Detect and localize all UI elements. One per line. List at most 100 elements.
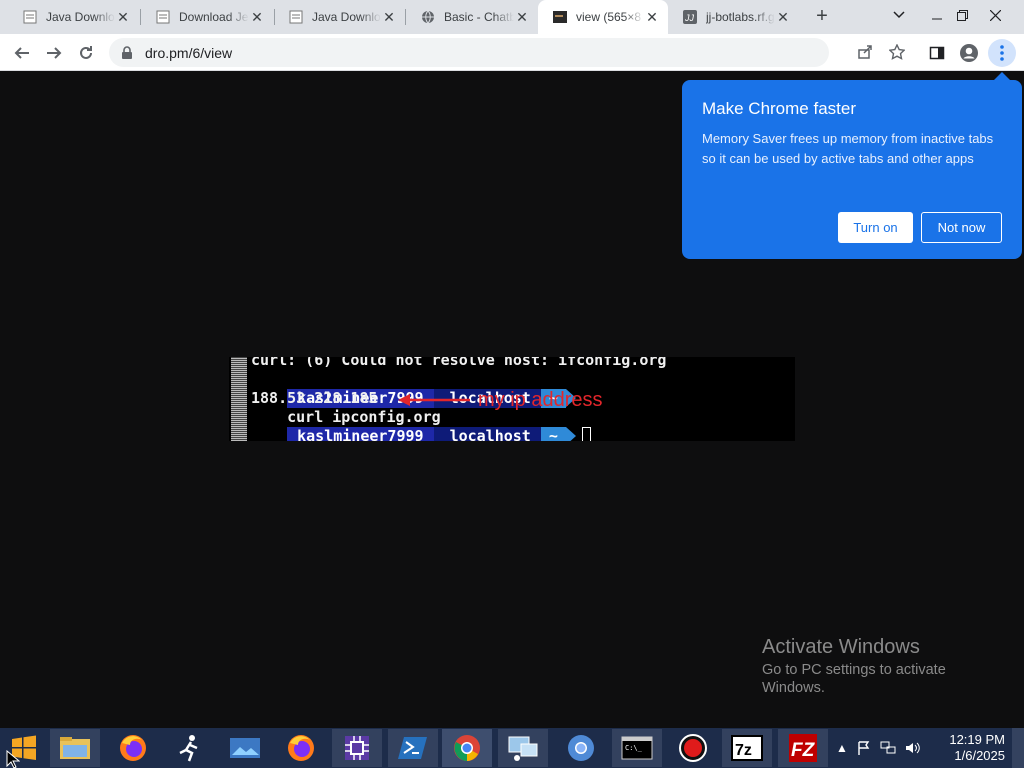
not-now-button[interactable]: Not now	[921, 212, 1002, 243]
svg-text:FZ: FZ	[791, 740, 816, 761]
terminal-prompt-line-2: kaslmineer7999 localhost ~	[251, 408, 591, 441]
taskbar-file-explorer[interactable]	[50, 729, 100, 767]
firefox-icon	[288, 735, 314, 761]
side-panel-button[interactable]	[923, 39, 951, 67]
svg-text:C:\_: C:\_	[625, 744, 643, 752]
tab-title: Download Je	[179, 10, 249, 24]
chip-icon	[345, 736, 369, 760]
watermark-line-1: Go to PC settings to activate	[762, 662, 946, 678]
filezilla-icon: FZ	[789, 734, 817, 762]
record-icon	[679, 734, 707, 762]
reload-button[interactable]	[72, 39, 100, 67]
close-icon[interactable]: ✕	[249, 9, 265, 25]
activate-windows-watermark: Activate Windows Go to PC settings to ac…	[762, 636, 946, 697]
page-icon	[155, 9, 171, 25]
taskbar-filezilla[interactable]: FZ	[778, 729, 828, 767]
back-arrow-icon	[14, 47, 29, 59]
promo-body: Memory Saver frees up memory from inacti…	[702, 131, 994, 166]
prompt-host: localhost	[433, 427, 541, 441]
close-icon[interactable]: ✕	[115, 9, 131, 25]
text-cursor	[581, 427, 591, 441]
taskbar-powershell[interactable]	[388, 729, 438, 767]
taskbar-firefox-2[interactable]	[276, 729, 326, 767]
taskbar: C:\_ 7z FZ ▲ 12:19 PM 1/6/2025	[0, 728, 1024, 768]
tab-java-download-1[interactable]: Java Downlo ✕	[8, 0, 139, 34]
chrome-icon	[454, 735, 480, 761]
taskbar-firefox-1[interactable]	[108, 729, 158, 767]
memory-saver-promo: Make Chrome faster Memory Saver frees up…	[682, 72, 1022, 259]
taskbar-chromium[interactable]	[556, 729, 606, 767]
close-icon[interactable]: ✕	[381, 9, 397, 25]
watermark-line-2: Windows.	[762, 680, 825, 696]
network-tool-icon	[508, 736, 538, 761]
forward-button[interactable]	[40, 39, 68, 67]
tab-title: Java Downlo	[46, 10, 115, 24]
tab-java-download-2[interactable]: Java Downlo ✕	[274, 0, 405, 34]
close-icon[interactable]: ✕	[644, 9, 660, 25]
runner-icon	[179, 735, 198, 762]
lock-icon	[122, 45, 132, 59]
tab-title: view (565×8	[576, 10, 642, 24]
prompt-user: kaslmineer7999	[287, 427, 434, 441]
red-arrow-icon	[398, 394, 470, 406]
svg-text:7z: 7z	[735, 742, 752, 759]
restore-button[interactable]	[950, 0, 974, 30]
clock-date: 1/6/2025	[954, 748, 1005, 763]
volume-icon[interactable]	[905, 741, 921, 755]
svg-text:JJ: JJ	[684, 13, 695, 23]
taskbar-recorder[interactable]	[668, 729, 718, 767]
promo-title: Make Chrome faster	[702, 99, 856, 118]
tab-strip: Java Downlo ✕ Download Je ✕ Java Downlo …	[0, 0, 1024, 34]
7zip-icon: 7z	[731, 735, 763, 761]
share-icon[interactable]	[857, 44, 873, 60]
taskbar-chip-app[interactable]	[332, 729, 382, 767]
flag-icon[interactable]	[857, 741, 871, 755]
tab-basic-chatbot[interactable]: Basic - Chatb ✕	[406, 0, 538, 34]
close-window-button[interactable]	[980, 0, 1010, 30]
side-panel-icon	[929, 46, 945, 60]
reload-icon	[80, 46, 92, 59]
globe-icon	[420, 9, 436, 25]
mouse-cursor-icon	[6, 750, 20, 768]
prompt-arrow-icon	[565, 427, 576, 441]
image-icon	[552, 9, 568, 25]
close-icon[interactable]: ✕	[775, 9, 791, 25]
network-icon[interactable]	[880, 741, 896, 755]
terminal-screenshot: curl: (6) Could not resolve host: ifconf…	[229, 357, 795, 441]
tab-search-chevron-icon[interactable]	[885, 0, 913, 30]
forward-arrow-icon	[47, 47, 62, 59]
page-icon	[288, 9, 304, 25]
show-desktop-button[interactable]	[1012, 728, 1024, 768]
address-bar[interactable]: dro.pm/6/view	[109, 38, 905, 67]
terminal-error-line: curl: (6) Could not resolve host: ifconf…	[251, 357, 667, 369]
url-text: dro.pm/6/view	[145, 44, 233, 61]
terminal-scroll-margin	[231, 357, 247, 441]
minimize-button[interactable]	[925, 0, 949, 30]
bookmark-star-icon[interactable]	[889, 44, 905, 60]
tab-download-je[interactable]: Download Je ✕	[141, 0, 273, 34]
turn-on-button[interactable]: Turn on	[838, 212, 913, 243]
tab-view-image[interactable]: view (565×8 ✕	[538, 0, 668, 34]
system-tray: ▲	[836, 728, 921, 768]
prompt-dir: ~	[540, 427, 566, 441]
tab-jj-botlabs[interactable]: JJ jj-botlabs.rf.g ✕	[668, 0, 799, 34]
taskbar-chrome[interactable]	[442, 729, 492, 767]
taskbar-clock[interactable]: 12:19 PM 1/6/2025	[935, 732, 1005, 764]
terminal-prompt-line: kaslmineer7999 localhost ~ curl ipconfig.o…	[251, 370, 576, 426]
taskbar-runner[interactable]	[164, 729, 214, 767]
back-button[interactable]	[8, 39, 36, 67]
taskbar-network-tool[interactable]	[498, 729, 548, 767]
chevron-up-icon[interactable]: ▲	[836, 741, 848, 755]
tab-title: jj-botlabs.rf.g	[706, 10, 775, 24]
clock-time: 12:19 PM	[949, 732, 1005, 747]
jj-icon: JJ	[682, 9, 698, 25]
chrome-menu-button[interactable]	[988, 39, 1016, 67]
new-tab-button[interactable]: +	[810, 4, 834, 28]
taskbar-cmd[interactable]: C:\_	[612, 729, 662, 767]
taskbar-7zip[interactable]: 7z	[722, 729, 772, 767]
cmd-icon: C:\_	[621, 736, 653, 760]
close-icon[interactable]: ✕	[514, 9, 530, 25]
tab-title: Java Downlo	[312, 10, 381, 24]
taskbar-photos[interactable]	[220, 729, 270, 767]
profile-button[interactable]	[955, 39, 983, 67]
